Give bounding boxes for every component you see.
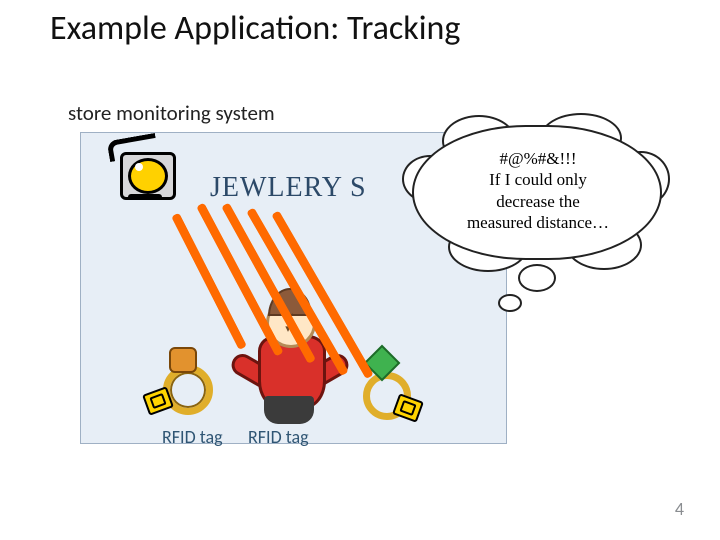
thought-bubble-tail xyxy=(498,294,522,312)
thought-line-4: measured distance… xyxy=(467,213,609,232)
subtitle-text: store monitoring system xyxy=(68,100,275,126)
slide-title: Example Application: Tracking xyxy=(50,8,460,49)
rfid-tag-label: RFID tag xyxy=(248,426,309,448)
thought-bubble-tail xyxy=(518,264,556,292)
page-number: 4 xyxy=(675,498,684,520)
rfid-tag-label: RFID tag xyxy=(162,426,223,448)
alarm-camera-icon xyxy=(100,134,190,214)
thought-line-1: #@%#&!!! xyxy=(499,149,576,168)
thought-line-3: decrease the xyxy=(496,192,580,211)
thought-bubble-text: #@%#&!!! If I could only decrease the me… xyxy=(432,148,644,233)
store-heading: JEWLERY S xyxy=(210,172,367,204)
thought-line-2: If I could only xyxy=(489,170,587,189)
